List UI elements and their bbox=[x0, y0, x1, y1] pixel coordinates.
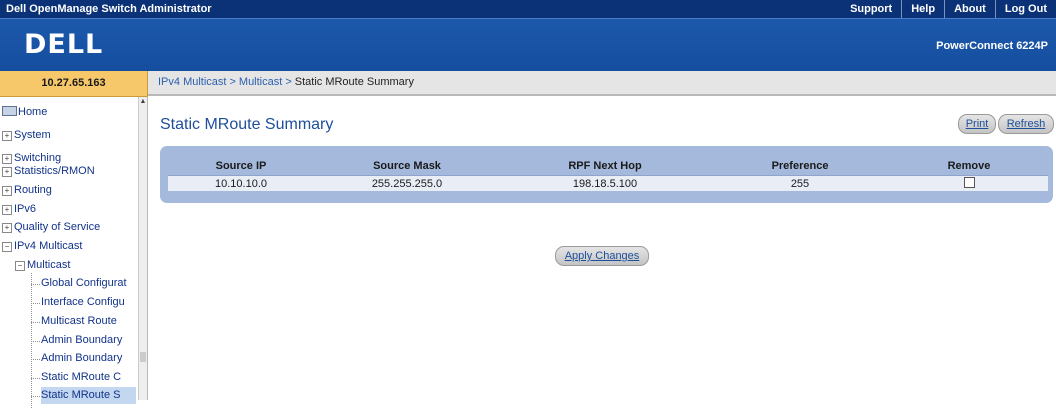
tree-scrollbar[interactable]: ▲ bbox=[138, 97, 147, 400]
tree-item-label: IPv6 bbox=[14, 203, 37, 215]
breadcrumb-ipv4-multicast[interactable]: IPv4 Multicast bbox=[158, 76, 226, 88]
tree-connector bbox=[31, 341, 40, 342]
tree-item-routing[interactable]: + Routing bbox=[2, 184, 52, 197]
model-name: PowerConnect 6224P bbox=[936, 40, 1048, 52]
breadcrumb-current: Static MRoute Summary bbox=[294, 76, 414, 88]
breadcrumb-bar: IPv4 Multicast > Multicast > Static MRoute S… bbox=[148, 71, 1056, 96]
tree-item-admin-boundary[interactable]: Admin Boundary bbox=[41, 350, 136, 367]
mroute-table-panel: Source IP Source Mask RPF Next Hop Prefe… bbox=[160, 146, 1053, 203]
expand-icon[interactable]: + bbox=[2, 223, 12, 233]
col-rpf-next-hop: RPF Next Hop bbox=[568, 160, 642, 172]
help-link[interactable]: Help bbox=[901, 0, 944, 18]
tree-connector bbox=[31, 359, 40, 360]
tree-item-global-config[interactable]: Global Configurat bbox=[41, 275, 136, 292]
tree-item-interface-config[interactable]: Interface Configu bbox=[41, 294, 136, 311]
tree-item-static-mroute-summary[interactable]: Static MRoute S bbox=[41, 387, 136, 404]
logout-link[interactable]: Log Out bbox=[994, 0, 1056, 18]
cell-rpf-next-hop: 198.18.5.100 bbox=[500, 175, 710, 191]
expand-icon[interactable]: + bbox=[2, 205, 12, 215]
tree-connector bbox=[31, 396, 40, 397]
tree-item-label: Quality of Service bbox=[14, 221, 101, 233]
app-title: Dell OpenManage Switch Administrator bbox=[6, 3, 212, 15]
expand-icon[interactable]: + bbox=[2, 167, 12, 177]
tree-item-label: System bbox=[14, 129, 51, 141]
scroll-thumb[interactable] bbox=[140, 352, 146, 362]
tree-item-label: Multicast bbox=[27, 259, 71, 271]
main-content: Static MRoute Summary Print Refresh Sour… bbox=[148, 97, 1056, 400]
tree-connector bbox=[31, 322, 40, 323]
tree-item-multicast[interactable]: − Multicast bbox=[15, 259, 70, 272]
support-link[interactable]: Support bbox=[841, 0, 901, 18]
computer-icon bbox=[2, 106, 17, 116]
top-links: Support Help About Log Out bbox=[841, 0, 1056, 18]
breadcrumb: IPv4 Multicast > Multicast > Static MRoute S… bbox=[158, 76, 414, 88]
mroute-table: Source IP Source Mask RPF Next Hop Prefe… bbox=[168, 157, 1048, 191]
cell-source-ip: 10.10.10.0 bbox=[168, 175, 314, 191]
expand-icon[interactable]: + bbox=[2, 154, 12, 164]
cell-preference: 255 bbox=[710, 175, 890, 191]
tree-item-qos[interactable]: + Quality of Service bbox=[2, 221, 100, 234]
brand-bar: DELL PowerConnect 6224P bbox=[0, 18, 1056, 71]
tree-item-label: Routing bbox=[14, 184, 52, 196]
dell-logo: DELL bbox=[24, 29, 104, 60]
col-remove: Remove bbox=[947, 160, 991, 172]
expand-icon[interactable]: + bbox=[2, 186, 12, 196]
tree-connector bbox=[31, 378, 40, 379]
tree-item-label: IPv4 Multicast bbox=[14, 240, 83, 252]
tree-item-admin-boundary[interactable]: Admin Boundary bbox=[41, 332, 136, 349]
scroll-up-arrow-icon[interactable]: ▲ bbox=[139, 97, 147, 107]
print-button[interactable]: Print bbox=[958, 114, 996, 134]
tree-item-ipv4-multicast[interactable]: − IPv4 Multicast bbox=[2, 240, 82, 253]
col-source-ip: Source IP bbox=[215, 160, 267, 172]
table-header-row: Source IP Source Mask RPF Next Hop Prefe… bbox=[168, 157, 1048, 176]
remove-checkbox[interactable] bbox=[963, 177, 975, 188]
tree-item-ipv6[interactable]: + IPv6 bbox=[2, 203, 36, 216]
tree-item-system[interactable]: + System bbox=[2, 129, 51, 142]
col-source-mask: Source Mask bbox=[373, 160, 441, 172]
tree-item-static-mroute-config[interactable]: Static MRoute C bbox=[41, 369, 136, 386]
tree-connector bbox=[31, 303, 40, 304]
breadcrumb-separator: > bbox=[229, 76, 236, 88]
tree-item-label: Switching bbox=[14, 152, 62, 164]
expand-icon[interactable]: + bbox=[2, 131, 12, 141]
col-preference: Preference bbox=[771, 160, 829, 172]
tree-item-statistics[interactable]: + Statistics/RMON bbox=[2, 165, 95, 178]
cell-remove bbox=[890, 175, 1048, 191]
cell-source-mask: 255.255.255.0 bbox=[314, 175, 500, 191]
top-bar: Dell OpenManage Switch Administrator Sup… bbox=[0, 0, 1056, 18]
tree-connector bbox=[31, 284, 40, 285]
collapse-icon[interactable]: − bbox=[2, 242, 12, 252]
tree-item-home[interactable]: Home bbox=[2, 106, 47, 119]
breadcrumb-multicast[interactable]: Multicast bbox=[239, 76, 282, 88]
about-link[interactable]: About bbox=[944, 0, 995, 18]
collapse-icon[interactable]: − bbox=[15, 261, 25, 271]
apply-changes-button[interactable]: Apply Changes bbox=[555, 246, 649, 266]
breadcrumb-separator: > bbox=[285, 76, 292, 88]
nav-tree: Home + System + Switching + Statistics/RMON… bbox=[0, 97, 148, 408]
table-row: 10.10.10.0 255.255.255.0 198.18.5.100 25… bbox=[168, 175, 1048, 191]
tree-item-multicast-route[interactable]: Multicast Route bbox=[41, 313, 136, 330]
page-title: Static MRoute Summary bbox=[160, 116, 334, 133]
switch-address: 10.27.65.163 bbox=[0, 71, 148, 97]
tree-item-label: Statistics/RMON bbox=[14, 165, 95, 177]
refresh-button[interactable]: Refresh bbox=[998, 114, 1054, 134]
tree-item-label: Home bbox=[18, 106, 48, 118]
tree-item-switching[interactable]: + Switching bbox=[2, 152, 61, 165]
